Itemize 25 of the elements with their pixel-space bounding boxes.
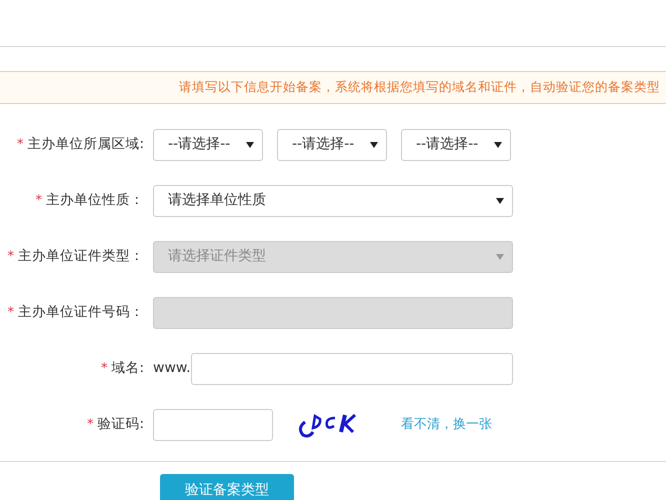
field-label: 域名: (111, 359, 144, 378)
caret-icon (496, 254, 504, 260)
dropdown[interactable]: --请选择-- (277, 128, 387, 160)
required-mark: * (16, 136, 24, 154)
domain-prefix: www. (153, 359, 191, 378)
field-label: 主办单位性质： (46, 191, 144, 210)
dropdown[interactable]: 请选择单位性质 (153, 184, 513, 216)
required-mark: * (36, 192, 42, 210)
field-label: 主办单位证件号码： (18, 303, 144, 322)
field-label: 验证码: (97, 415, 144, 434)
caret-icon (246, 142, 254, 148)
required-mark: * (8, 248, 14, 266)
caret-icon (496, 198, 504, 204)
required-mark: * (100, 360, 108, 378)
required-mark: * (8, 304, 14, 322)
input-field[interactable] (153, 408, 273, 440)
dropdown[interactable]: --请选择-- (401, 128, 511, 160)
caret-icon (494, 142, 502, 148)
field-label: 主办单位证件类型： (18, 247, 144, 266)
field-label: 主办单位所属区域: (27, 135, 144, 154)
caret-icon (370, 142, 378, 148)
notice-text: 请填写以下信息开始备案，系统将根据您填写的域名和证件，自动验证您的备案类型 (179, 78, 660, 96)
input-field[interactable] (190, 352, 513, 384)
required-mark: * (86, 416, 94, 434)
dropdown[interactable]: --请选择-- (153, 128, 263, 160)
